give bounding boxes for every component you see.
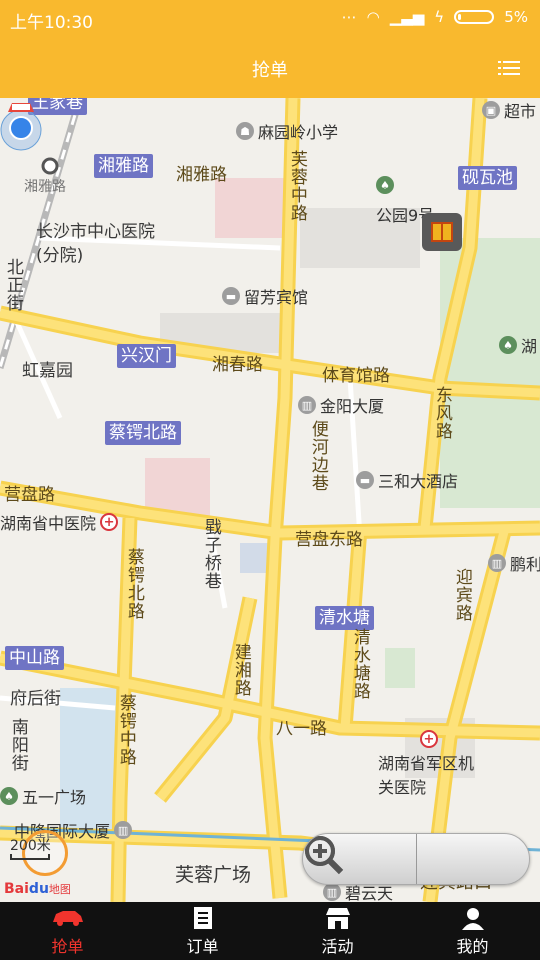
nav-grab-orders[interactable]: 抢单 bbox=[0, 902, 135, 960]
poi-maiyuanling[interactable]: ☗ 麻园岭小学 bbox=[236, 119, 338, 143]
hotel-icon: ▬ bbox=[222, 287, 240, 305]
chip-yanwachi: 砚瓦池 bbox=[458, 166, 517, 190]
poi-park9[interactable]: ♠ 公园9号 bbox=[376, 176, 434, 225]
baidu-map-logo: Baidu地图 bbox=[4, 881, 71, 897]
nav-orders[interactable]: 订单 bbox=[135, 902, 270, 960]
label-jizi: 戥子桥巷 bbox=[200, 518, 221, 590]
label-yingpan: 营盘路 bbox=[4, 485, 55, 505]
zoom-control bbox=[302, 833, 530, 885]
shop-icon: ▣ bbox=[482, 101, 500, 119]
nav-label: 活动 bbox=[321, 937, 354, 956]
map-view[interactable]: 王家巷 湘雅路 砚瓦池 兴汉门 蔡锷北路 清水塘 中山路 湘雅路 湘雅路 芙蓉中… bbox=[0, 98, 540, 902]
zoom-in-button[interactable] bbox=[305, 834, 530, 884]
label-bayi: 八一路 bbox=[276, 719, 327, 739]
gift-icon[interactable] bbox=[422, 213, 462, 251]
label-xiangya-station: 湘雅路 bbox=[24, 179, 66, 195]
nav-activities[interactable]: 活动 bbox=[270, 902, 405, 960]
label-tiyuguan: 体育馆路 bbox=[322, 366, 390, 386]
chip-caieshbei: 蔡锷北路 bbox=[105, 421, 181, 445]
poi-jinyang[interactable]: ▥ 金阳大厦 bbox=[298, 393, 384, 417]
bottom-nav: 抢单 订单 活动 我的 bbox=[0, 902, 540, 960]
page-title: 抢单 bbox=[252, 60, 288, 81]
zoom-in-icon bbox=[305, 836, 344, 875]
label-furong-n: 芙蓉中路 bbox=[286, 150, 307, 222]
park-icon: ♠ bbox=[0, 787, 18, 805]
label-bianhe: 便河边巷 bbox=[307, 420, 328, 492]
label-nanyang: 南阳街 bbox=[7, 718, 28, 772]
poi-peng[interactable]: ▥ 鹏利 bbox=[488, 551, 540, 575]
poi-tcm[interactable]: 湖南省中医院 + bbox=[0, 510, 119, 534]
building-icon: ▥ bbox=[488, 554, 506, 572]
poi-wuyi[interactable]: ♠ 五一广场 bbox=[0, 784, 86, 808]
label-caie-mid: 蔡锷中路 bbox=[115, 694, 136, 766]
app-header: 抢单 bbox=[0, 38, 540, 98]
chip-zhongshan: 中山路 bbox=[5, 646, 64, 670]
building-icon: ▥ bbox=[114, 821, 133, 839]
building-icon: ▥ bbox=[323, 883, 341, 901]
nav-profile[interactable]: 我的 bbox=[405, 902, 540, 960]
poi-liufang[interactable]: ▬ 留芳宾馆 bbox=[222, 284, 308, 308]
label-yingpan-east: 营盘东路 bbox=[295, 530, 363, 550]
building-icon: ▥ bbox=[298, 396, 316, 414]
signal-icon: ▁▃▅ bbox=[389, 8, 425, 26]
park-icon: ♠ bbox=[499, 336, 517, 354]
label-jianxiang: 建湘路 bbox=[230, 643, 251, 697]
poi-chaoshi[interactable]: ▣ 超市 bbox=[482, 98, 536, 122]
document-icon bbox=[192, 905, 214, 931]
label-furong-sq: 芙蓉广场 bbox=[175, 864, 252, 886]
chip-qingshuitang: 清水塘 bbox=[315, 606, 374, 630]
nav-label: 订单 bbox=[186, 937, 219, 956]
charging-icon: ϟ bbox=[434, 8, 445, 26]
label-hongjia: 虹嘉园 bbox=[22, 361, 73, 381]
car-icon bbox=[51, 905, 85, 931]
status-time: 上午10:30 bbox=[10, 13, 93, 33]
nav-label: 抢单 bbox=[51, 937, 84, 956]
hotel-icon: ▬ bbox=[356, 471, 374, 489]
chip-xinghanmen: 兴汉门 bbox=[117, 344, 176, 368]
poi-sanhe[interactable]: ▬ 三和大酒店 bbox=[356, 468, 458, 492]
label-dongfeng: 东风路 bbox=[431, 386, 452, 440]
current-location-marker bbox=[0, 103, 42, 151]
battery-percent: 5% bbox=[504, 8, 528, 26]
poi-hu[interactable]: ♠ 湖 bbox=[499, 333, 537, 357]
status-bar: 上午10:30 ⋯ ◠ ▁▃▅ ϟ 5% bbox=[0, 0, 540, 38]
wifi-icon: ◠ bbox=[366, 8, 380, 26]
map-scale: 200米 bbox=[10, 838, 51, 854]
school-icon: ☗ bbox=[236, 122, 254, 140]
label-yingbin: 迎宾路 bbox=[451, 568, 472, 622]
list-menu-icon[interactable] bbox=[498, 60, 520, 76]
person-icon bbox=[461, 905, 485, 931]
label-fuhou: 府后街 bbox=[10, 689, 61, 709]
status-icons: ⋯ ◠ ▁▃▅ ϟ 5% bbox=[342, 8, 528, 26]
hospital-icon: + bbox=[420, 730, 438, 748]
park-icon: ♠ bbox=[376, 176, 394, 194]
chip-xiangya: 湘雅路 bbox=[94, 154, 153, 178]
label-qingshui-road: 清水塘路 bbox=[349, 628, 370, 700]
label-caie-n: 蔡锷北路 bbox=[123, 548, 144, 620]
alarm-icon: ⋯ bbox=[341, 8, 357, 26]
hospital-icon: + bbox=[100, 513, 119, 531]
scale-bar bbox=[10, 854, 50, 860]
store-icon bbox=[324, 905, 352, 931]
nav-label: 我的 bbox=[456, 937, 489, 956]
label-xiangchun: 湘春路 bbox=[212, 355, 263, 375]
battery-icon bbox=[454, 10, 495, 24]
label-hospital: 长沙市中心医院(分院) bbox=[36, 222, 155, 266]
label-beizheng: 北正街 bbox=[2, 258, 23, 312]
poi-military[interactable]: + 湖南省军区机关医院 bbox=[378, 730, 488, 800]
label-xiangya-road: 湘雅路 bbox=[176, 165, 227, 185]
